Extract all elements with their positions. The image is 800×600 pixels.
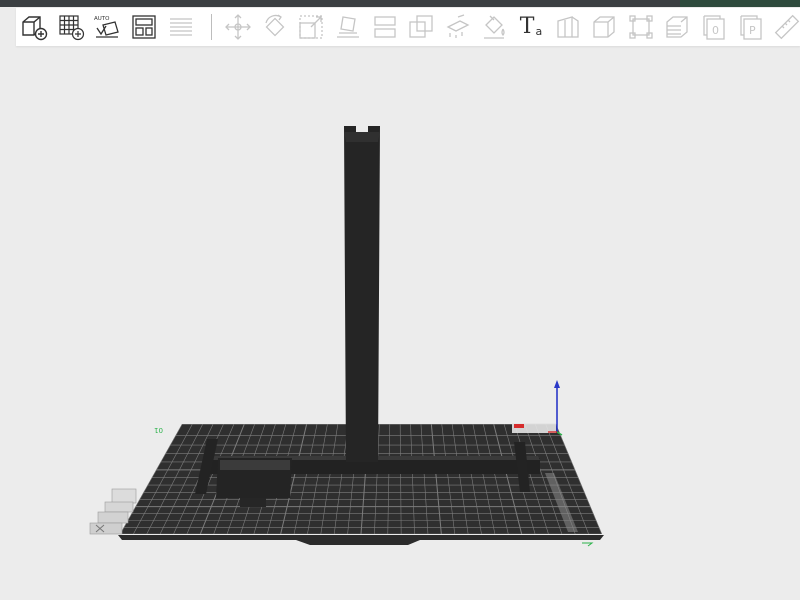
ruler-icon	[774, 14, 800, 40]
color-paint-button[interactable]	[478, 11, 510, 43]
build-plate-edge	[118, 535, 604, 545]
scene-svg: 01	[89, 126, 604, 547]
model-tower-front	[344, 132, 380, 142]
object-p-label: P	[749, 24, 756, 37]
model-tower[interactable]	[344, 126, 380, 462]
boolean-icon	[409, 15, 433, 38]
layout-icon	[132, 15, 156, 39]
title-strip	[0, 0, 800, 7]
add-object-button[interactable]	[18, 11, 50, 43]
fit-frame-button[interactable]	[625, 11, 657, 43]
object-zero-icon: 0	[703, 15, 725, 40]
z-axis-arrow	[554, 380, 560, 388]
auto-orient-icon: AUTO	[94, 16, 120, 38]
slicer-app: AUTO T a 0 P 01	[0, 0, 800, 600]
cut-icon	[373, 16, 396, 38]
cut-button[interactable]	[369, 11, 401, 43]
rotate-icon	[265, 14, 285, 37]
support-brush-icon	[446, 14, 470, 38]
plate-layout-button[interactable]	[128, 11, 160, 43]
cube-add-icon	[22, 16, 48, 41]
stacked-layers-icon	[666, 16, 689, 38]
layers-button[interactable]	[165, 11, 197, 43]
move-arrows-icon	[225, 14, 252, 40]
arrange-button[interactable]	[55, 11, 87, 43]
main-toolbar: AUTO T a 0 P	[16, 8, 800, 46]
seam-icon	[556, 16, 579, 38]
layers-icon	[169, 18, 192, 36]
lay-flat-icon	[337, 16, 360, 38]
hollow-button[interactable]	[588, 11, 620, 43]
measure-button[interactable]	[771, 11, 800, 43]
variable-layer-button[interactable]	[661, 11, 693, 43]
model-base-box-top	[220, 460, 290, 470]
plate-delete-button[interactable]	[89, 522, 123, 535]
object-zero-button[interactable]: 0	[698, 11, 730, 43]
title-accent	[680, 0, 800, 7]
model-base-tab	[240, 498, 266, 507]
auto-orient-button[interactable]: AUTO	[91, 11, 123, 43]
text-tool-sub-glyph: a	[535, 24, 543, 38]
scale-icon	[299, 15, 324, 39]
origin-red-mark	[514, 424, 524, 428]
plate-corner-mark	[582, 542, 594, 547]
plate-lock-button[interactable]	[111, 488, 137, 504]
grid-add-icon	[59, 15, 84, 41]
object-zero-label: 0	[712, 24, 719, 37]
rotate-button[interactable]	[259, 11, 291, 43]
paint-bucket-icon	[484, 15, 506, 39]
move-button[interactable]	[222, 11, 254, 43]
seam-paint-button[interactable]	[552, 11, 584, 43]
hollow-cube-icon	[593, 16, 615, 38]
support-paint-button[interactable]	[442, 11, 474, 43]
text-tool-button[interactable]: Ta	[515, 11, 547, 43]
plate-arrange-button[interactable]	[104, 501, 134, 513]
auto-orient-label: AUTO	[94, 16, 110, 22]
3d-viewport[interactable]: 01	[0, 46, 800, 600]
boolean-button[interactable]	[405, 11, 437, 43]
lay-on-face-button[interactable]	[332, 11, 364, 43]
object-p-button[interactable]: P	[735, 11, 767, 43]
toolbar-separator	[210, 14, 212, 40]
text-tool-glyph: T	[519, 14, 535, 39]
object-p-icon: P	[739, 15, 762, 40]
plate-orient-button[interactable]	[97, 511, 129, 524]
frame-corners-icon	[629, 15, 653, 39]
scale-button[interactable]	[295, 11, 327, 43]
plate-number-label: 01	[154, 426, 163, 434]
